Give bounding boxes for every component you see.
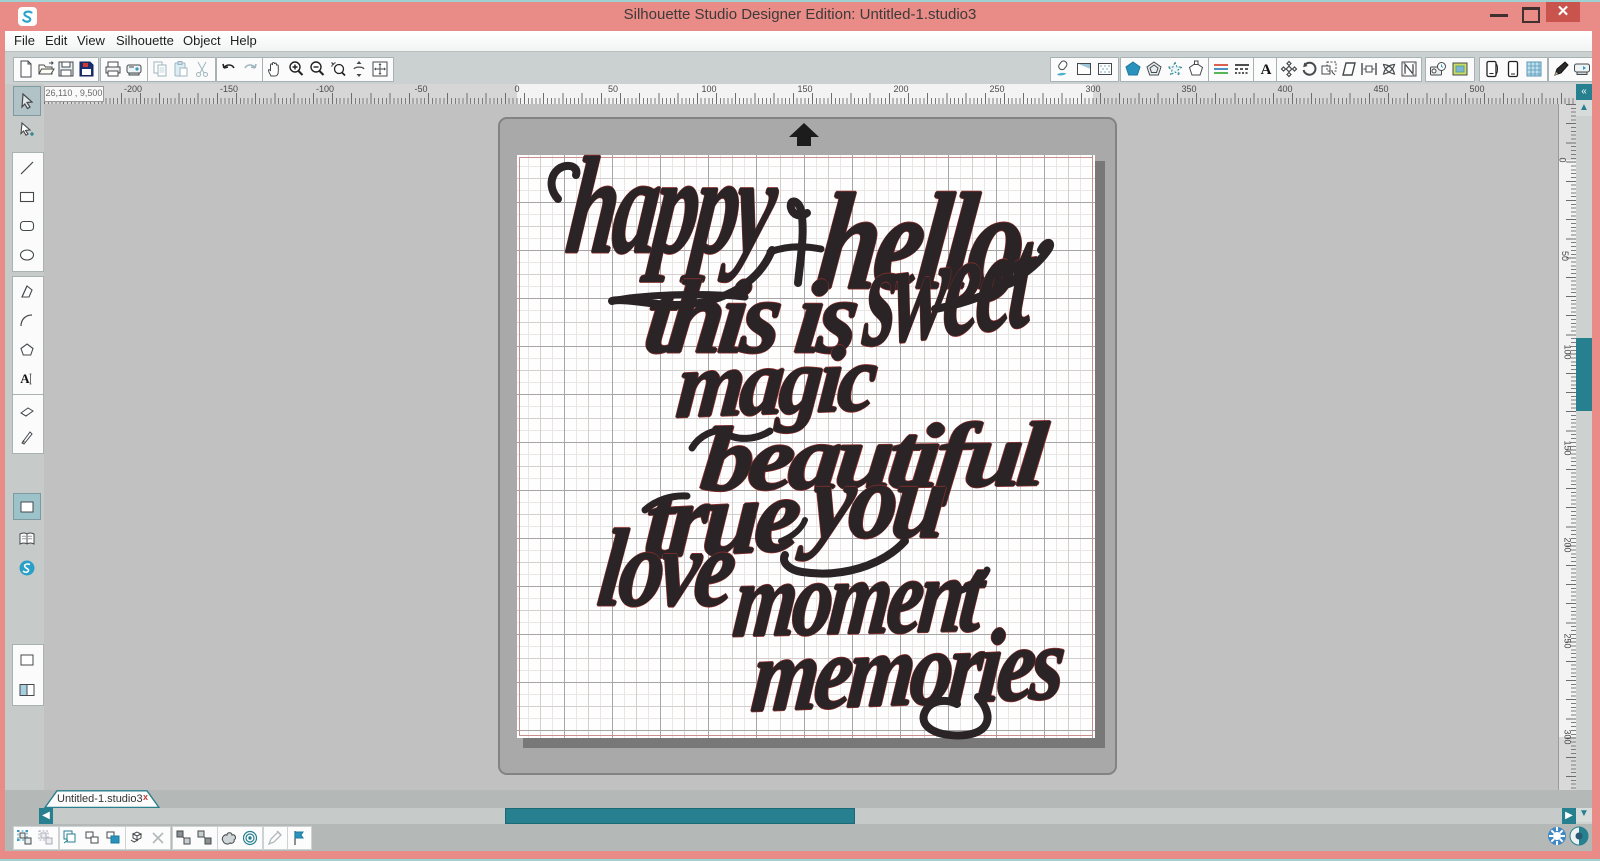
svg-text:A: A bbox=[1261, 62, 1272, 78]
svg-text:A: A bbox=[20, 371, 30, 386]
